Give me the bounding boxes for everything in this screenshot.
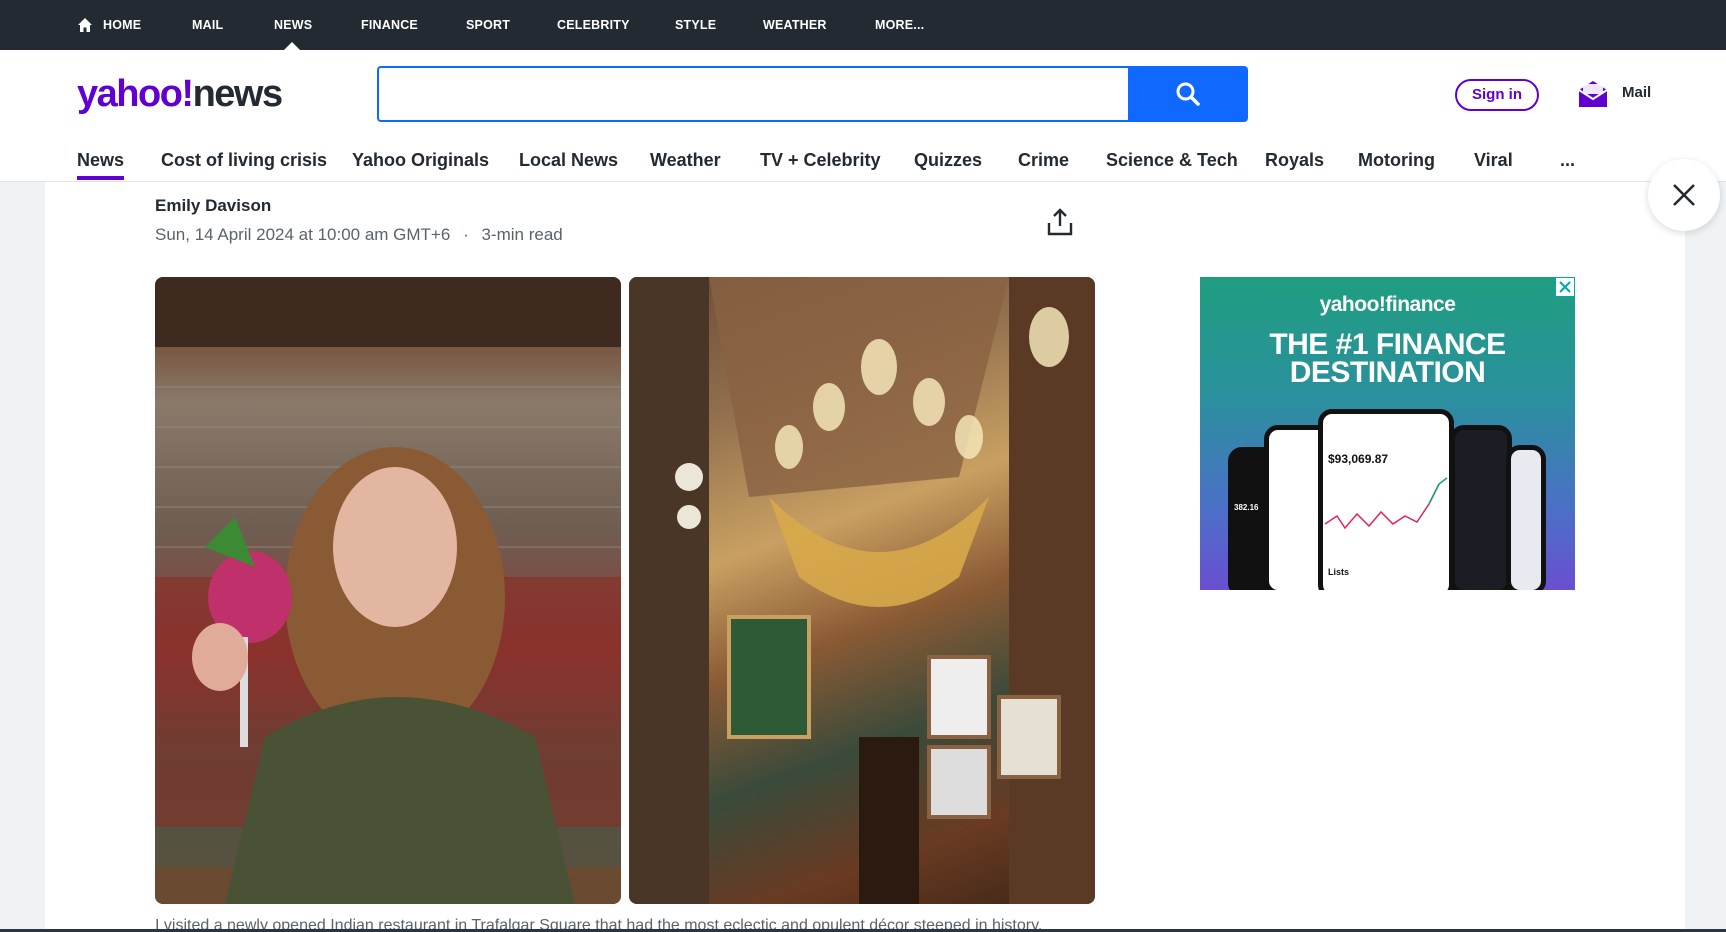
subnav-viral[interactable]: Viral [1474,138,1513,182]
search-input[interactable] [379,68,1129,120]
topnav-mail[interactable]: MAIL [192,0,223,50]
mail-icon[interactable] [1577,78,1609,110]
yahoo-news-logo[interactable]: yahoo!news [77,72,284,116]
subnav-more[interactable]: ... [1560,138,1575,182]
search-button[interactable] [1128,66,1248,122]
ad-stock-chart [1324,477,1448,530]
subnav-science-tech[interactable]: Science & Tech [1106,138,1238,182]
subnav-royals[interactable]: Royals [1265,138,1324,182]
finance-advertisement[interactable]: yahoo!finance THE #1 FINANCE DESTINATION… [1200,277,1575,590]
ad-lists-label: Lists [1328,567,1350,577]
article-read-time: 3-min read [481,225,563,244]
logo-news-text: news [192,73,284,115]
search-box [377,66,1129,122]
site-header: yahoo!news Sign in Mail News Cost of liv… [0,50,1726,182]
ad-left-value: 382.16 [1234,503,1259,512]
article-date: Sun, 14 April 2024 at 10:00 am GMT+6 [155,225,451,244]
topnav-celebrity[interactable]: CELEBRITY [557,0,630,50]
ad-headline-line1: THE #1 FINANCE [1269,328,1506,361]
ad-phone-mid-right [1450,425,1512,590]
active-indicator-caret [284,42,300,50]
topnav-sport[interactable]: SPORT [466,0,510,50]
subnav-news[interactable]: News [77,138,125,182]
subnav-crime[interactable]: Crime [1018,138,1069,182]
topnav-home[interactable]: HOME [103,0,141,50]
article-photo-diner[interactable] [155,277,621,904]
subnav-motoring[interactable]: Motoring [1358,138,1435,182]
topnav-finance[interactable]: FINANCE [361,0,418,50]
ad-brand-logo: yahoo!finance [1319,293,1456,316]
topnav-more[interactable]: MORE... [875,0,924,50]
subnav-weather[interactable]: Weather [650,138,721,182]
ad-portfolio-amount: $93,069.87 [1328,452,1389,466]
search-icon [1176,82,1200,106]
article-meta: Sun, 14 April 2024 at 10:00 am GMT+6 · 3… [155,225,563,245]
home-icon[interactable] [77,17,93,33]
chandelier-photo-illustration [629,277,1095,904]
ad-headline: THE #1 FINANCE DESTINATION [1200,328,1575,389]
article-photo-chandelier[interactable] [629,277,1095,904]
subnav-quizzes[interactable]: Quizzes [914,138,982,182]
subnav-local-news[interactable]: Local News [519,138,618,182]
logo-yahoo-text: yahoo! [77,73,194,115]
subnav-cost-of-living[interactable]: Cost of living crisis [161,138,327,182]
top-nav-bar: HOME MAIL NEWS FINANCE SPORT CELEBRITY S… [0,0,1726,50]
article-author[interactable]: Emily Davison [155,196,271,216]
sign-in-button[interactable]: Sign in [1455,79,1539,111]
topnav-weather[interactable]: WEATHER [763,0,827,50]
topnav-style[interactable]: STYLE [675,0,716,50]
close-button[interactable] [1648,159,1720,231]
meta-separator: · [463,225,469,244]
subnav-tv-celebrity[interactable]: TV + Celebrity [760,138,881,182]
mail-label[interactable]: Mail [1622,84,1651,101]
close-icon [1673,184,1695,206]
ad-phone-center [1318,409,1454,590]
ad-phone-right [1506,445,1546,590]
subnav-yahoo-originals[interactable]: Yahoo Originals [352,138,489,182]
share-icon[interactable] [1044,206,1076,238]
diner-photo-illustration [155,277,621,904]
section-nav: News Cost of living crisis Yahoo Origina… [0,138,1726,182]
ad-headline-line2: DESTINATION [1289,356,1486,389]
